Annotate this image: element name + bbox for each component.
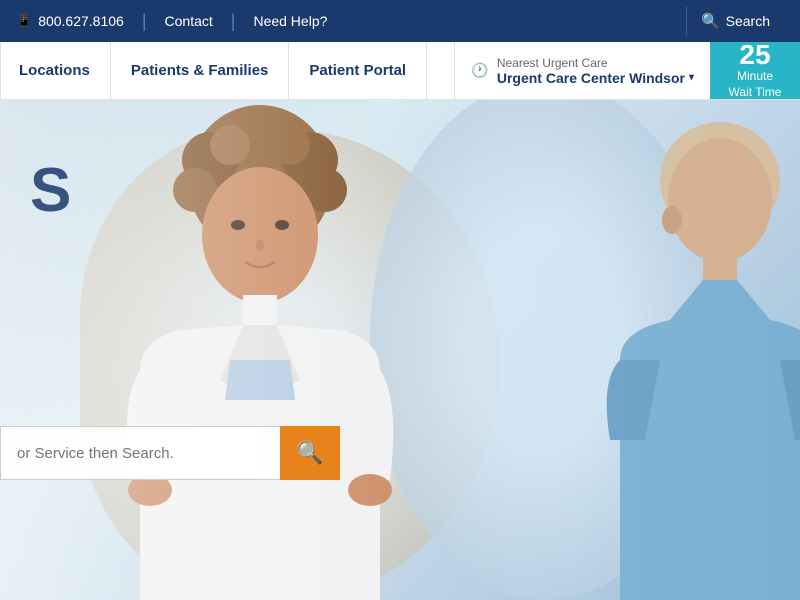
search-label: Search [726, 13, 770, 29]
divider-2: | [231, 11, 236, 32]
nav-left: Locations Patients & Families Patient Po… [0, 42, 454, 99]
hero-search-input[interactable] [0, 426, 280, 480]
nav-item-portal[interactable]: Patient Portal [289, 42, 427, 99]
contact-link[interactable]: Contact [165, 13, 213, 29]
hero-search-button[interactable]: 🔍 [280, 426, 340, 480]
wait-text: Minute Wait Time [729, 69, 782, 100]
phone-number[interactable]: 📱 800.627.8106 [16, 13, 124, 29]
nav-item-locations[interactable]: Locations [0, 42, 111, 99]
nearest-urgent-care-dropdown[interactable]: 🕐 Nearest Urgent Care Urgent Care Center… [454, 42, 710, 99]
need-help-link[interactable]: Need Help? [253, 13, 327, 29]
nav-bar: Locations Patients & Families Patient Po… [0, 42, 800, 100]
urgent-care-label: Nearest Urgent Care [497, 56, 608, 70]
wait-time-badge: 25 Minute Wait Time [710, 42, 800, 99]
phone-number-text: 800.627.8106 [38, 13, 124, 29]
hero-section: S 🔍 [0, 100, 800, 600]
hero-heading: S [30, 160, 71, 222]
phone-icon: 📱 [16, 13, 32, 29]
urgent-care-text: Nearest Urgent Care Urgent Care Center W… [497, 56, 694, 86]
nav-item-patients[interactable]: Patients & Families [111, 42, 290, 99]
urgent-care-widget: 🕐 Nearest Urgent Care Urgent Care Center… [454, 42, 800, 99]
top-bar: 📱 800.627.8106 | Contact | Need Help? 🔍 … [0, 0, 800, 42]
urgent-care-location: Urgent Care Center Windsor ▾ [497, 70, 694, 86]
hero-text-area: S [0, 160, 101, 222]
search-icon: 🔍 [701, 12, 720, 30]
search-button[interactable]: 🔍 Search [686, 6, 784, 36]
search-box: 🔍 [0, 426, 340, 480]
location-icon: 🕐 [471, 62, 488, 79]
chevron-down-icon: ▾ [689, 72, 694, 83]
search-submit-icon: 🔍 [296, 440, 323, 466]
hero-overlay [0, 100, 800, 600]
divider-1: | [142, 11, 147, 32]
top-bar-left: 📱 800.627.8106 | Contact | Need Help? [16, 11, 327, 32]
wait-number: 25 [739, 41, 770, 69]
